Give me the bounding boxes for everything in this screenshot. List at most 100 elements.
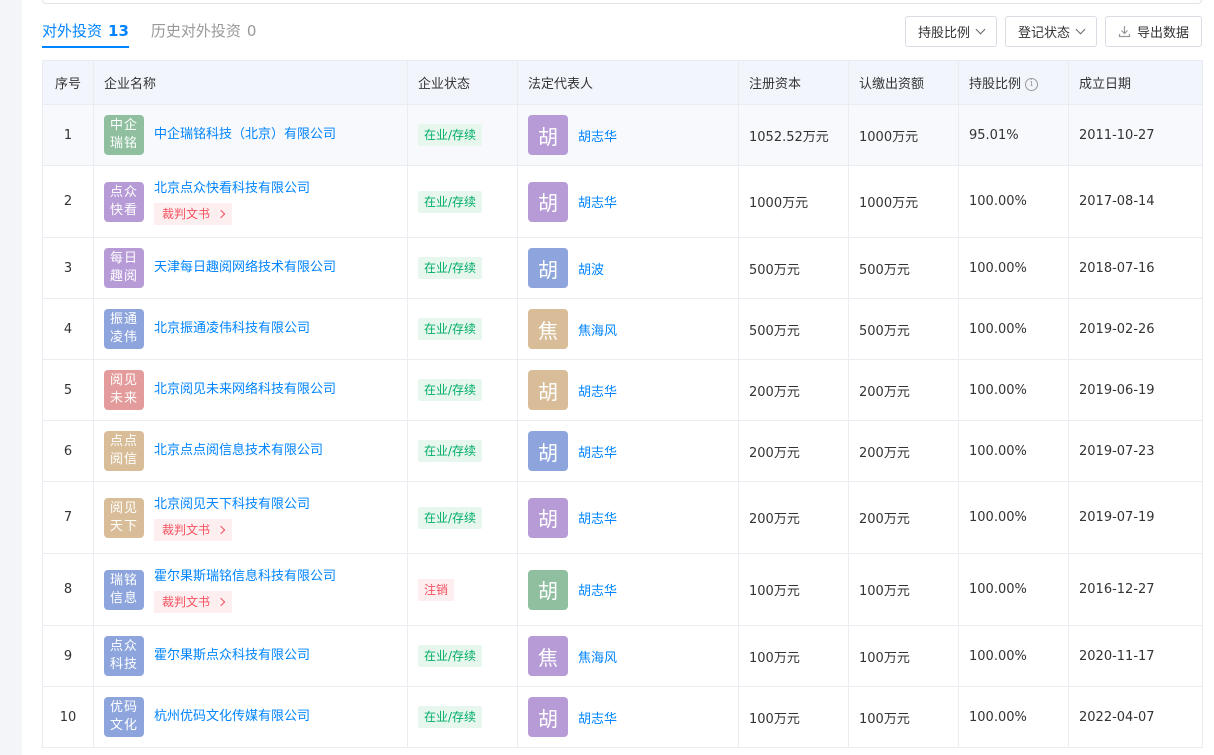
legal-rep-cell: 焦焦海风 xyxy=(517,625,739,687)
avatar[interactable]: 胡 xyxy=(528,697,568,737)
subscribed-cell: 200万元 xyxy=(848,481,959,554)
ratio-cell: 100.00% xyxy=(958,237,1069,299)
legal-rep-link[interactable]: 焦海风 xyxy=(578,647,617,666)
row-index: 7 xyxy=(42,481,94,554)
judgment-doc-tag[interactable]: 裁判文书 xyxy=(154,590,233,613)
capital-cell: 200万元 xyxy=(738,359,849,421)
row-index: 3 xyxy=(42,237,94,299)
avatar[interactable]: 胡 xyxy=(528,181,568,222)
table-row: 2 点众快看 北京点众快看科技有限公司 裁判文书 在业/存续胡胡志华 1000万元 1000… xyxy=(42,165,1203,238)
ratio-cell: 100.00% xyxy=(958,625,1069,687)
judgment-doc-tag[interactable]: 裁判文书 xyxy=(154,518,233,541)
status-badge: 在业/存续 xyxy=(418,440,483,462)
status-cell: 在业/存续 xyxy=(407,481,518,554)
judgment-doc-tag[interactable]: 裁判文书 xyxy=(154,202,233,225)
column-header-capital: 注册资本 xyxy=(738,60,849,105)
column-header-subscribed: 认缴出资额 xyxy=(848,60,959,105)
row-index: 10 xyxy=(42,686,94,748)
company-logo: 每日趣阅 xyxy=(104,248,144,288)
avatar[interactable]: 胡 xyxy=(528,370,568,410)
company-logo: 振通凌伟 xyxy=(104,309,144,349)
status-badge: 在业/存续 xyxy=(418,645,483,667)
subscribed-cell: 1000万元 xyxy=(848,104,959,166)
subscribed-cell: 100万元 xyxy=(848,625,959,687)
status-badge: 在业/存续 xyxy=(418,124,483,146)
date-cell: 2019-02-26 xyxy=(1068,298,1203,360)
tab-count: 13 xyxy=(108,22,129,40)
company-name-link[interactable]: 北京阅见未来网络科技有限公司 xyxy=(154,380,336,400)
avatar[interactable]: 胡 xyxy=(528,497,568,538)
legal-rep-link[interactable]: 胡志华 xyxy=(578,126,617,145)
date-cell: 2022-04-07 xyxy=(1068,686,1203,748)
ratio-cell: 95.01% xyxy=(958,104,1069,166)
tab-history-investment[interactable]: 历史对外投资 0 xyxy=(151,20,257,46)
avatar[interactable]: 胡 xyxy=(528,248,568,288)
date-cell: 2016-12-27 xyxy=(1068,553,1203,626)
ratio-cell: 100.00% xyxy=(958,420,1069,482)
legal-rep-link[interactable]: 胡志华 xyxy=(578,508,617,527)
company-logo: 点众快看 xyxy=(104,181,144,222)
company-name-link[interactable]: 北京点众快看科技有限公司 xyxy=(154,179,310,199)
company-name-link[interactable]: 北京振通凌伟科技有限公司 xyxy=(154,319,310,339)
status-badge: 在业/存续 xyxy=(418,379,483,401)
legal-rep-link[interactable]: 胡志华 xyxy=(578,708,617,727)
legal-rep-link[interactable]: 胡志华 xyxy=(578,381,617,400)
ratio-cell: 100.00% xyxy=(958,165,1069,238)
company-cell: 优码文化 杭州优码文化传媒有限公司 xyxy=(93,686,408,748)
tab-outbound-investment[interactable]: 对外投资 13 xyxy=(42,20,129,48)
company-name-link[interactable]: 北京点点阅信息技术有限公司 xyxy=(154,441,323,461)
company-name-link[interactable]: 北京阅见天下科技有限公司 xyxy=(154,495,310,515)
company-name-link[interactable]: 天津每日趣阅网络技术有限公司 xyxy=(154,258,336,278)
row-index: 8 xyxy=(42,553,94,626)
export-button[interactable]: 导出数据 xyxy=(1104,16,1202,47)
page-gutter xyxy=(0,0,22,755)
company-name-link[interactable]: 中企瑞铭科技（北京）有限公司 xyxy=(154,125,336,145)
avatar[interactable]: 焦 xyxy=(528,309,568,349)
capital-cell: 200万元 xyxy=(738,481,849,554)
legal-rep-link[interactable]: 胡志华 xyxy=(578,192,617,211)
column-header-index: 序号 xyxy=(42,60,94,105)
legal-rep-link[interactable]: 胡波 xyxy=(578,259,604,278)
table-row: 3 每日趣阅 天津每日趣阅网络技术有限公司 在业/存续胡胡波 500万元 500万元 100… xyxy=(42,237,1203,299)
column-header-date: 成立日期 xyxy=(1068,60,1203,105)
row-index: 5 xyxy=(42,359,94,421)
subscribed-cell: 500万元 xyxy=(848,237,959,299)
legal-rep-link[interactable]: 胡志华 xyxy=(578,442,617,461)
status-cell: 在业/存续 xyxy=(407,420,518,482)
tab-label: 历史对外投资 xyxy=(150,22,241,40)
company-name-link[interactable]: 杭州优码文化传媒有限公司 xyxy=(154,707,310,727)
status-cell: 在业/存续 xyxy=(407,165,518,238)
company-name-link[interactable]: 霍尔果斯点众科技有限公司 xyxy=(154,646,310,666)
judgment-doc-label: 裁判文书 xyxy=(162,207,211,221)
status-filter-dropdown[interactable]: 登记状态 xyxy=(1004,16,1097,47)
date-cell: 2018-07-16 xyxy=(1068,237,1203,299)
info-icon[interactable]: i xyxy=(1025,78,1039,91)
status-cell: 在业/存续 xyxy=(407,625,518,687)
avatar[interactable]: 胡 xyxy=(528,115,568,155)
company-cell: 振通凌伟 北京振通凌伟科技有限公司 xyxy=(93,298,408,360)
legal-rep-link[interactable]: 焦海风 xyxy=(578,320,617,339)
company-logo: 阅见未来 xyxy=(104,370,144,410)
ratio-cell: 100.00% xyxy=(958,686,1069,748)
status-badge: 在业/存续 xyxy=(418,318,483,340)
ratio-filter-dropdown[interactable]: 持股比例 xyxy=(904,16,997,47)
legal-rep-cell: 胡胡志华 xyxy=(517,359,739,421)
legal-rep-cell: 焦焦海风 xyxy=(517,298,739,360)
company-logo: 瑞铭信息 xyxy=(104,569,144,610)
capital-cell: 100万元 xyxy=(738,553,849,626)
avatar[interactable]: 焦 xyxy=(528,636,568,676)
column-header-ratio: 持股比例 i xyxy=(958,60,1069,105)
table-row: 10 优码文化 杭州优码文化传媒有限公司 在业/存续胡胡志华 100万元 100万元 100… xyxy=(42,686,1203,748)
status-cell: 在业/存续 xyxy=(407,359,518,421)
investment-table: 序号 企业名称 企业状态 法定代表人 注册资本 认缴出资额 持股比例 i 成立日期… xyxy=(42,60,1203,748)
table-row: 7 阅见天下 北京阅见天下科技有限公司 裁判文书 在业/存续胡胡志华 200万元 200万元… xyxy=(42,481,1203,554)
ratio-cell: 100.00% xyxy=(958,553,1069,626)
avatar[interactable]: 胡 xyxy=(528,431,568,471)
capital-cell: 1000万元 xyxy=(738,165,849,238)
legal-rep-cell: 胡胡志华 xyxy=(517,553,739,626)
column-header-status: 企业状态 xyxy=(407,60,518,105)
avatar[interactable]: 胡 xyxy=(528,569,568,610)
legal-rep-link[interactable]: 胡志华 xyxy=(578,580,617,599)
company-name-link[interactable]: 霍尔果斯瑞铭信息科技有限公司 xyxy=(154,567,336,587)
judgment-doc-label: 裁判文书 xyxy=(162,595,211,609)
